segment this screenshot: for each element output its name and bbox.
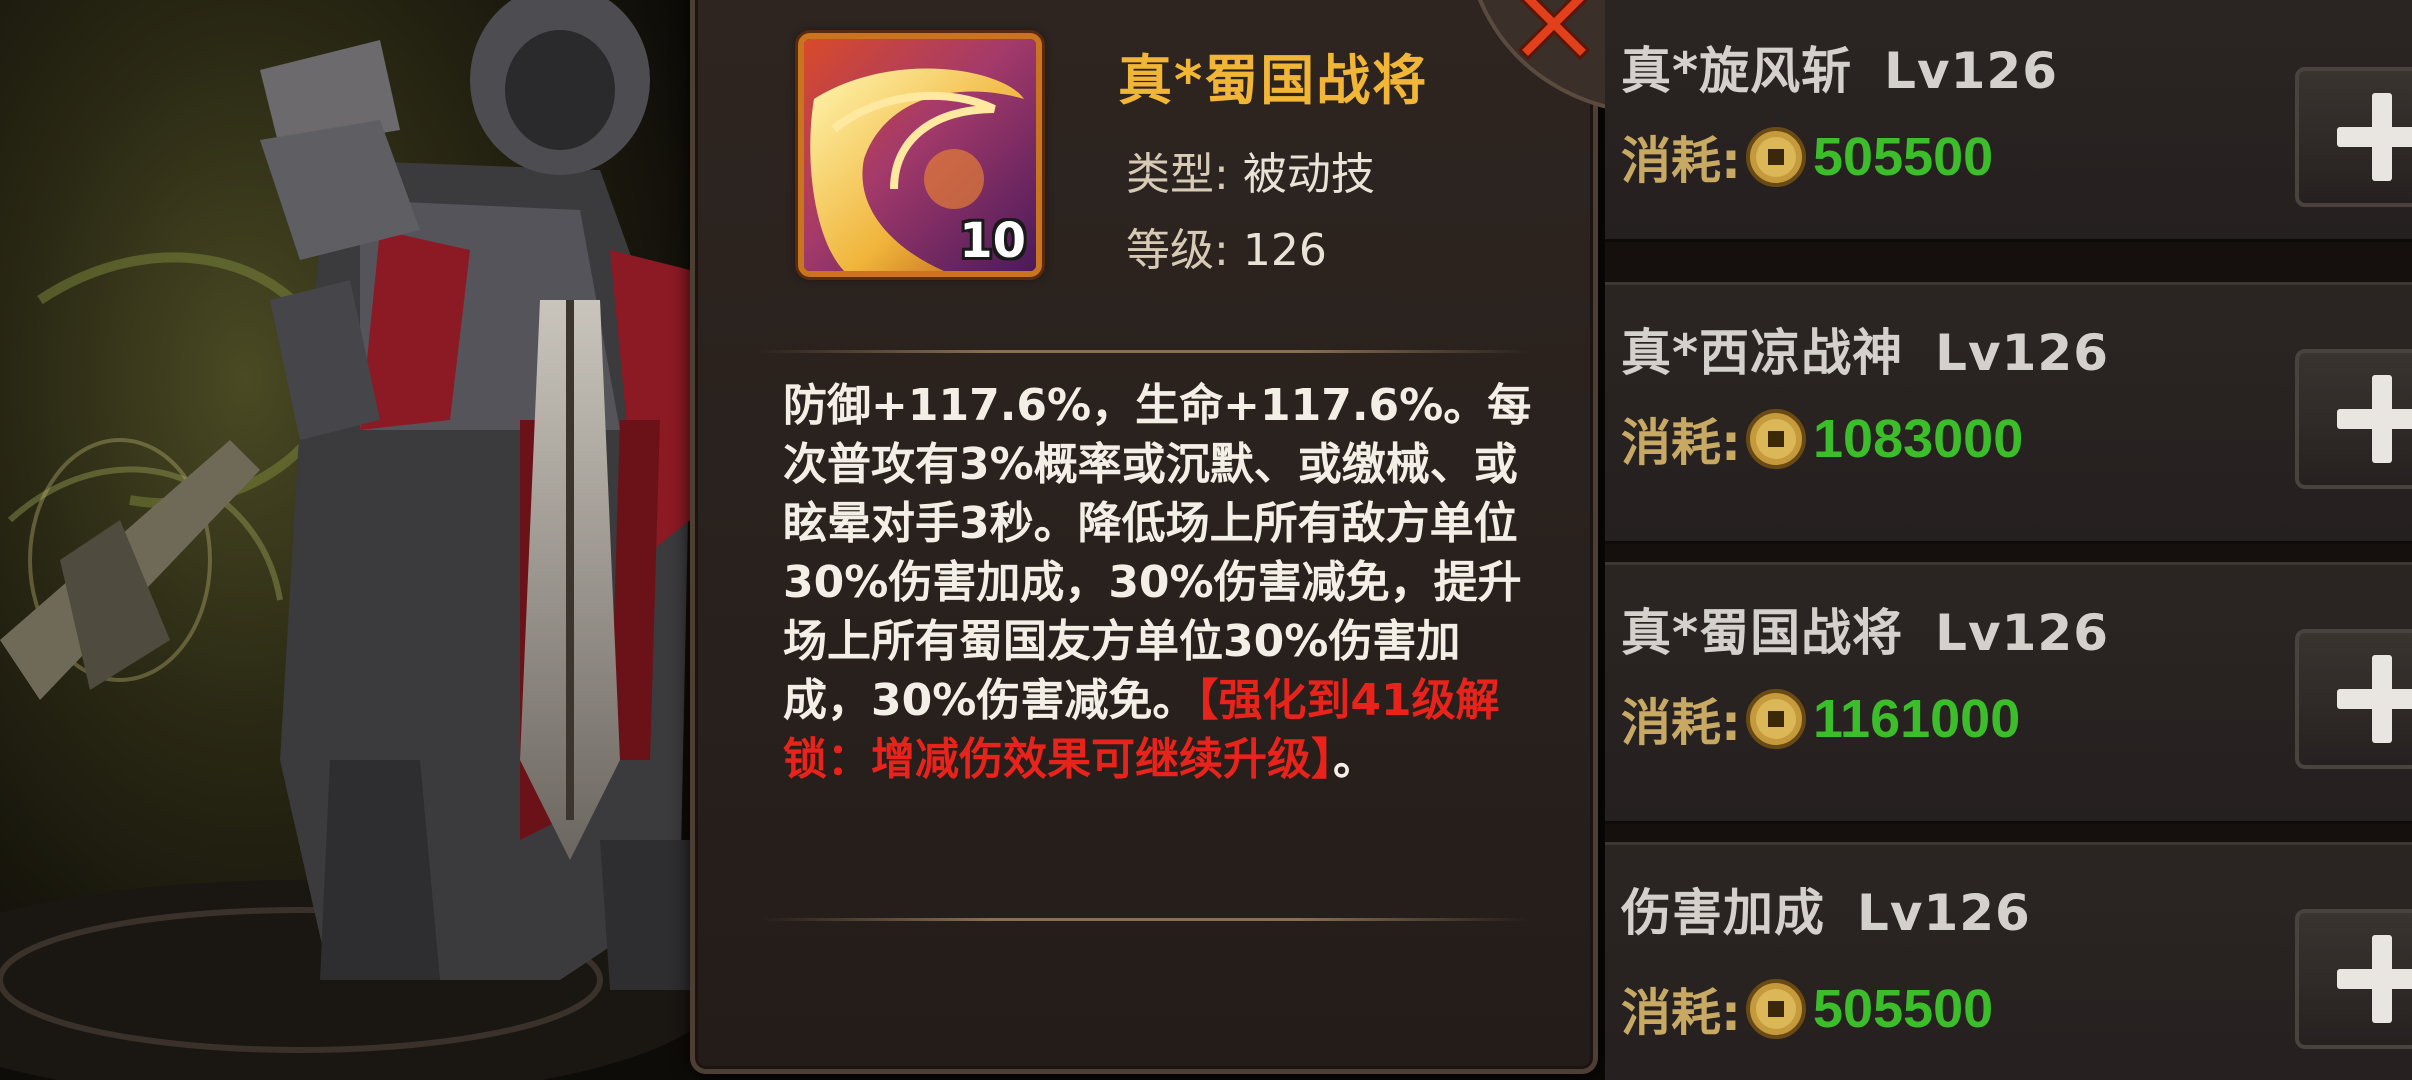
skill-card-name: 伤害加成	[1621, 884, 1825, 942]
skill-card-title: 真*西凉战神 Lv126	[1621, 313, 2109, 385]
popup-divider-bottom	[760, 918, 1530, 921]
coin-icon	[1746, 979, 1806, 1039]
upgrade-plus-button[interactable]	[2295, 909, 2412, 1049]
skill-level-label: 等级:	[1126, 225, 1229, 276]
skill-icon: 10	[798, 33, 1042, 277]
skill-card-cost: 消耗: 1161000	[1621, 683, 2020, 755]
upgrade-plus-button[interactable]	[2295, 67, 2412, 207]
close-button[interactable]	[1450, 0, 1620, 110]
description-tail: 。	[1333, 734, 1377, 785]
skill-level-value: 126	[1242, 225, 1327, 276]
skill-card-name: 真*西凉战神	[1621, 324, 1904, 382]
upgrade-plus-button[interactable]	[2295, 629, 2412, 769]
cost-label: 消耗:	[1621, 414, 1741, 472]
skill-card-level: Lv126	[1884, 42, 2058, 100]
cost-label: 消耗:	[1621, 984, 1741, 1042]
skill-card-title: 真*蜀国战将 Lv126	[1621, 593, 2109, 665]
skill-card-name: 真*旋风斩	[1621, 42, 1853, 100]
skill-card-level: Lv126	[1857, 884, 2031, 942]
skill-type-value: 被动技	[1242, 149, 1375, 200]
skill-card: 真*西凉战神 Lv126 消耗: 1083000	[1605, 282, 2412, 544]
coin-icon	[1746, 409, 1806, 469]
cost-value: 1083000	[1813, 409, 2024, 469]
skill-card-cost: 消耗: 505500	[1621, 121, 1993, 193]
skill-card: 真*蜀国战将 Lv126 消耗: 1161000	[1605, 562, 2412, 824]
cost-value: 505500	[1813, 127, 1994, 187]
game-screen: 10 真*蜀国战将 类型: 被动技 等级: 126 防御+117.6%，生命+1…	[0, 0, 2412, 1080]
skill-card: 真*旋风斩 Lv126 消耗: 505500	[1605, 0, 2412, 242]
skill-card-cost: 消耗: 505500	[1621, 973, 1993, 1045]
coin-icon	[1746, 689, 1806, 749]
skill-card-cost: 消耗: 1083000	[1621, 403, 2023, 475]
skill-card-level: Lv126	[1935, 604, 2109, 662]
skill-card-level: Lv126	[1935, 324, 2109, 382]
skill-upgrade-list: 真*旋风斩 Lv126 消耗: 505500 真*西凉战神 Lv126 消耗: 10…	[1605, 0, 2412, 1080]
popup-skill-name: 真*蜀国战将	[1118, 49, 1429, 112]
cost-label: 消耗:	[1621, 132, 1741, 190]
skill-icon-level-badge: 10	[959, 213, 1026, 269]
skill-description: 防御+117.6%，生命+117.6%。每次普攻有3%概率或沉默、或缴械、或眩晕…	[783, 376, 1543, 789]
skill-card-name: 真*蜀国战将	[1621, 604, 1904, 662]
skill-card-title: 伤害加成 Lv126	[1621, 873, 2031, 945]
close-icon	[1477, 0, 1620, 110]
popup-divider-top	[760, 350, 1530, 353]
skill-card: 伤害加成 Lv126 消耗: 505500	[1605, 842, 2412, 1080]
skill-level-row: 等级: 126	[1126, 214, 1327, 278]
coin-icon	[1746, 127, 1806, 187]
upgrade-plus-button[interactable]	[2295, 349, 2412, 489]
cost-value: 1161000	[1813, 689, 2021, 749]
skill-card-title: 真*旋风斩 Lv126	[1621, 31, 2058, 103]
cost-label: 消耗:	[1621, 694, 1741, 752]
character-artwork	[0, 0, 700, 1080]
skill-type-row: 类型: 被动技	[1126, 138, 1375, 202]
skill-type-label: 类型:	[1126, 149, 1229, 200]
cost-value: 505500	[1813, 979, 1994, 1039]
